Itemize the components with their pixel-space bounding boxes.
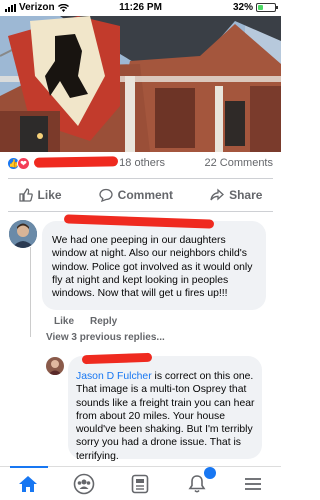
avatar-photo [46, 357, 64, 375]
redaction-mark [81, 352, 153, 365]
battery-info: 32% [232, 2, 278, 13]
like-label: Like [37, 188, 62, 202]
post-action-bar: Like Comment Share [0, 182, 281, 208]
comment-bubble[interactable]: We had one peeping in our daughters wind… [42, 214, 266, 310]
nav-news-feed[interactable] [125, 472, 155, 496]
thumbs-up-icon [18, 188, 33, 202]
bottom-navigation [0, 466, 281, 500]
share-icon [210, 188, 225, 201]
nav-groups[interactable] [69, 472, 99, 496]
comment-button[interactable]: Comment [99, 182, 173, 208]
reactions-summary[interactable]: 👍 ❤ d 18 others 22 Comments [0, 153, 281, 175]
mention-link[interactable]: Jason D Fulcher [76, 371, 152, 382]
battery-icon [256, 3, 278, 12]
share-button[interactable]: Share [210, 182, 262, 208]
redaction-mark [63, 214, 215, 229]
thread-line [30, 247, 31, 337]
notification-badge [203, 466, 216, 479]
avatar[interactable] [9, 220, 37, 248]
avatar[interactable] [46, 357, 64, 375]
nav-menu[interactable] [238, 472, 268, 496]
post-photo[interactable] [0, 16, 281, 152]
comment-like-button[interactable]: Like [54, 316, 74, 327]
redaction-mark [33, 156, 119, 168]
comment-actions: Like Reply [54, 316, 117, 327]
comment-reply-button[interactable]: Reply [90, 316, 117, 327]
nav-home[interactable] [13, 472, 43, 496]
love-reaction-icon: ❤ [17, 157, 30, 170]
reply-bubble[interactable]: Jason D Fulcher is correct on this one. … [68, 352, 262, 462]
share-label: Share [229, 188, 263, 202]
house-with-flag-image [0, 16, 281, 152]
nav-notifications[interactable] [182, 466, 216, 496]
active-tab-indicator [10, 466, 48, 468]
reply-body: is correct on this one. That image is a … [76, 371, 255, 462]
divider [8, 178, 273, 179]
notifications-icon [188, 474, 206, 493]
news-feed-icon [132, 474, 149, 493]
like-button[interactable]: Like [18, 182, 62, 208]
view-previous-replies-link[interactable]: View 3 previous replies... [46, 332, 165, 343]
reply-text: Jason D Fulcher is correct on this one. … [76, 370, 256, 463]
comment-icon [99, 188, 113, 202]
battery-percent: 32% [232, 2, 253, 13]
comment-label: Comment [117, 188, 173, 202]
comments-count[interactable]: 22 Comments [205, 157, 273, 169]
avatar-photo [9, 220, 37, 248]
comment-text: We had one peeping in our daughters wind… [52, 235, 253, 300]
battery-fill [258, 5, 264, 10]
reaction-icons: 👍 ❤ [7, 157, 30, 170]
reactions-text: d 18 others [110, 157, 166, 169]
groups-icon [73, 473, 95, 494]
status-bar: Verizon 11:26 PM 32% [0, 0, 281, 16]
menu-icon [244, 477, 261, 490]
home-icon [19, 475, 38, 492]
divider [8, 211, 273, 212]
